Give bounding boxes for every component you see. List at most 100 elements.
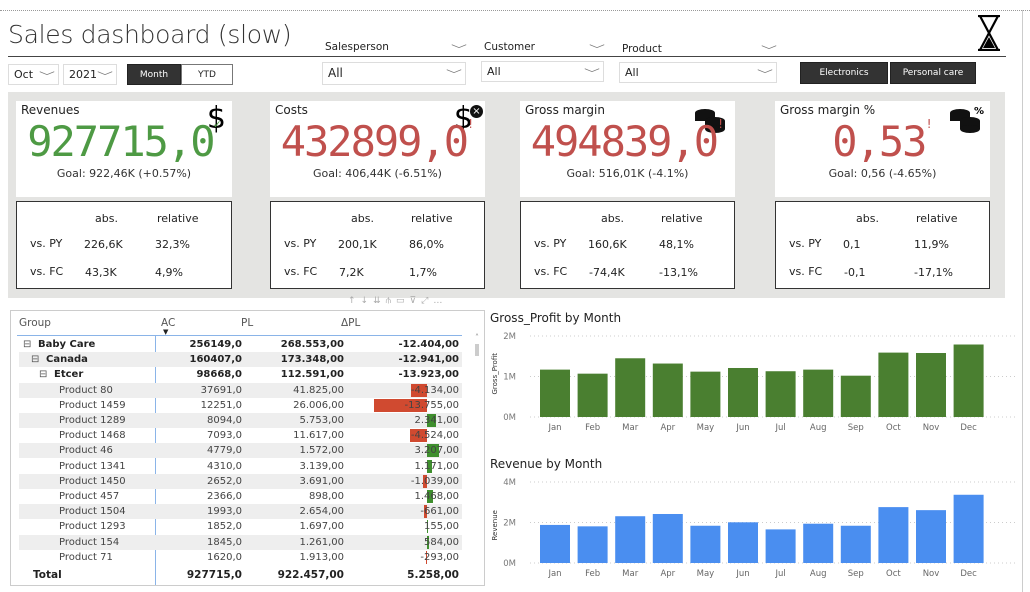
row-dpl: -4.524,00 (410, 430, 459, 442)
total-ac: 927715,0 (186, 569, 242, 581)
year-select[interactable]: 2021 ﹀ (63, 64, 117, 85)
vs-py-rel: 11,9% (914, 238, 949, 251)
vs-py-label: vs. PY (534, 237, 567, 250)
bar-jan[interactable] (540, 524, 570, 563)
row-group: Product 80 (59, 384, 113, 396)
more-options-icon[interactable]: … (433, 296, 447, 306)
x-tick-label: Feb (585, 423, 600, 433)
year-value: 2021 (69, 68, 97, 81)
table-row[interactable]: Product 154 1845,0 1.261,00 584,00 (19, 534, 462, 550)
vs-fc-rel: 1,7% (409, 266, 437, 279)
bar-dec[interactable] (953, 344, 984, 417)
relative-header: relative (411, 212, 453, 225)
row-group: Product 1289 (59, 415, 126, 426)
chevron-down-icon[interactable]: ﹀ (589, 41, 605, 56)
kpi-goal: Goal: 0,56 (-4.65%) (828, 167, 937, 180)
table-row[interactable]: ⊟ Canada 160407,0 173.348,00 -12.941,00 (19, 352, 462, 368)
x-tick-label: May (697, 569, 715, 579)
header-pl[interactable]: PL (241, 317, 253, 329)
bar-feb[interactable] (577, 373, 608, 417)
header-dpl[interactable]: ΔPL (341, 317, 360, 329)
vs-py-rel: 48,1% (659, 238, 694, 251)
table-row[interactable]: Product 1289 8094,0 5.753,00 2.341,00 (19, 413, 462, 428)
table-row[interactable]: Product 71 1620,0 1.913,00 -293,00 (19, 550, 462, 565)
scroll-up-icon[interactable]: ˄ (475, 333, 481, 342)
salesperson-select[interactable]: All ﹀ (322, 62, 466, 85)
scrollbar-thumb[interactable] (475, 344, 479, 356)
row-pl: 112.591,00 (280, 369, 344, 381)
table-row[interactable]: Product 1293 1852,0 1.697,00 155,00 (19, 519, 462, 534)
filter-icon[interactable]: ⊽ (410, 296, 422, 306)
header-group[interactable]: Group (19, 317, 51, 329)
table-row[interactable]: Product 1450 2652,0 3.691,00 -1.039,00 (19, 473, 462, 489)
bar-oct[interactable] (878, 352, 909, 417)
table-row[interactable]: Product 1459 12251,0 26.006,00 -13.755,0… (19, 398, 462, 413)
hierarchy-icon[interactable]: ⫛ (386, 296, 396, 306)
row-ac: 98668,0 (196, 369, 242, 381)
x-tick-label: Aug (810, 569, 827, 579)
vs-fc-abs: -74,4K (589, 266, 625, 279)
table-row[interactable]: Product 1341 4310,0 3.139,00 1.171,00 (19, 459, 462, 474)
bar-aug[interactable] (803, 369, 834, 417)
bar-sep[interactable] (840, 525, 871, 563)
chevron-down-icon: ﹀ (39, 72, 55, 83)
month-select[interactable]: Oct ﹀ (8, 64, 59, 85)
bar-jul[interactable] (765, 371, 796, 417)
table-row[interactable]: Product 457 2366,0 898,00 1.468,00 (19, 489, 462, 504)
bar-may[interactable] (690, 525, 721, 563)
focus-icon[interactable]: ▭ (396, 296, 410, 306)
collapse-icon[interactable]: ⊟ (39, 367, 47, 382)
bar-dec[interactable] (953, 494, 984, 563)
bar-feb[interactable] (577, 526, 608, 563)
bar-may[interactable] (690, 371, 721, 417)
row-pl: 1.913,00 (299, 551, 344, 563)
bar-aug[interactable] (803, 523, 834, 563)
bar-jan[interactable] (540, 369, 570, 417)
bar-jun[interactable] (728, 367, 758, 417)
vertical-scrollbar[interactable]: ˄ (475, 333, 481, 573)
table-row[interactable]: Product 1468 7093,0 11.617,00 -4.524,00 (19, 428, 462, 443)
customer-select[interactable]: All ﹀ (481, 61, 604, 82)
chevron-down-icon[interactable]: ﹀ (451, 41, 467, 56)
personal-care-button[interactable]: Personal care (890, 62, 976, 84)
table-row[interactable]: Product 1504 1993,0 2.654,00 -661,00 (19, 504, 462, 520)
expand-icon[interactable]: ⇊ (373, 296, 386, 306)
bar-apr[interactable] (652, 513, 683, 563)
table-row[interactable]: Product 80 37691,0 41.825,00 -4.134,00 (19, 382, 462, 398)
bar-oct[interactable] (878, 507, 909, 563)
bar-nov[interactable] (916, 510, 946, 563)
bar-mar[interactable] (615, 516, 646, 563)
x-tick-label: Feb (585, 569, 600, 579)
bar-jul[interactable] (765, 529, 796, 563)
sort-up-icon[interactable]: ↑ (348, 296, 361, 306)
table-row[interactable]: Product 46 4779,0 1.572,00 3.207,00 (19, 443, 462, 459)
sort-down-icon[interactable]: ↓ (361, 296, 374, 306)
vs-py-abs: 0,1 (843, 238, 861, 251)
bar-sep[interactable] (840, 375, 871, 417)
row-dpl: -13.923,00 (398, 369, 459, 381)
bar-mar[interactable] (615, 358, 646, 417)
chevron-down-icon[interactable]: ﹀ (761, 42, 777, 57)
table-row[interactable]: ⊟ Baby Care 256149,0 268.553,00 -12.404,… (19, 337, 462, 352)
salesperson-value: All (328, 66, 343, 80)
bar-nov[interactable] (916, 353, 946, 417)
collapse-icon[interactable]: ⊟ (31, 352, 39, 367)
x-tick-label: Oct (886, 423, 901, 433)
product-select[interactable]: All ﹀ (619, 62, 777, 83)
row-pl: 898,00 (309, 491, 344, 502)
check-icon: ✓ (213, 117, 221, 131)
customer-value: All (487, 65, 501, 78)
row-group: Product 1341 (59, 460, 126, 472)
row-ac: 1845,0 (207, 536, 242, 548)
visual-header-toolbar[interactable]: ↑↓⇊⫛▭⊽⤢… (348, 296, 447, 306)
electronics-button[interactable]: Electronics (800, 62, 888, 84)
table-row[interactable]: ⊟ Etcer 98668,0 112.591,00 -13.923,00 (19, 367, 462, 382)
collapse-icon[interactable]: ⊟ (23, 337, 31, 352)
expand-visual-icon[interactable]: ⤢ (421, 296, 433, 306)
bar-jun[interactable] (728, 522, 758, 563)
bar-apr[interactable] (652, 363, 683, 417)
vs-py-label: vs. PY (789, 237, 822, 250)
ytd-button[interactable]: YTD (181, 64, 233, 85)
month-button[interactable]: Month (127, 64, 181, 85)
row-ac: 7093,0 (207, 430, 242, 442)
